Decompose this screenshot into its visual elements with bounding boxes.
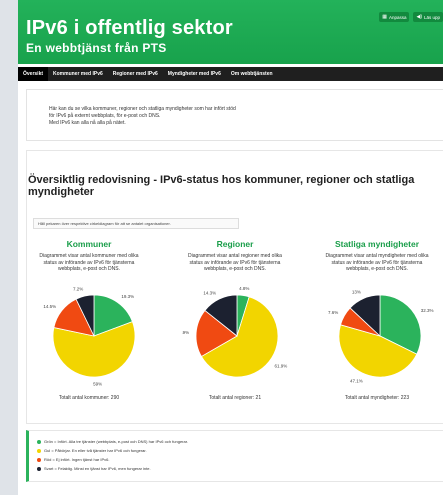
- site-header: IPv6 i offentlig sektor En webbtjänst fr…: [18, 0, 443, 64]
- column-regioner: Regioner Diagrammet visar antal regioner…: [175, 239, 295, 273]
- column-kommuner: Kommuner Diagrammet visar antal kommuner…: [29, 239, 149, 273]
- legend-text: Gul = Påbörjar. En eller två tjänster ha…: [44, 448, 147, 453]
- column-myndigheter: Statliga myndigheter Diagrammet visar an…: [317, 239, 437, 273]
- pie-slice-label: 19%: [182, 330, 189, 335]
- legend-item: Grön = Infört. Alla tre tjänster (webbpl…: [37, 439, 188, 444]
- grid-icon: ▦: [382, 14, 387, 20]
- read-aloud-label: Läs upp: [423, 14, 440, 20]
- nav-item-kommuner[interactable]: Kommuner med IPv6: [48, 67, 108, 81]
- main-nav: Översikt Kommuner med IPv6 Regioner med …: [18, 67, 443, 81]
- pie-slice-label: 7.6%: [328, 310, 338, 315]
- customize-label: Anpassa: [388, 14, 407, 20]
- pie-chart-kommuner[interactable]: 19.3% 59% 14.5% 7.2%: [39, 281, 149, 391]
- legend-item: Gul = Påbörjar. En eller två tjänster ha…: [37, 448, 147, 453]
- pie-slice-label: 14.5%: [43, 304, 56, 309]
- legend-dot: [37, 448, 41, 453]
- legend-text: Grön = Infört. Alla tre tjänster (webbpl…: [44, 439, 188, 444]
- chart-description: Diagrammet visar antal myndigheter med o…: [325, 253, 429, 272]
- pie-slice-label: 19.3%: [121, 294, 134, 299]
- pie-slice-label: 13%: [352, 289, 361, 294]
- legend-text: Svart = Felaktig. Minst en tjänst har IP…: [44, 466, 151, 471]
- legend-text: Röd = Ej infört. Ingen tjänst har IPv6.: [44, 457, 110, 462]
- nav-item-om[interactable]: Om webbtjänsten: [226, 67, 278, 81]
- pie-slice-label: 14.3%: [203, 290, 216, 295]
- pie-slice-label: 61.9%: [274, 364, 287, 369]
- legend-item: Svart = Felaktig. Minst en tjänst har IP…: [37, 466, 151, 471]
- total-kommuner: Totalt antal kommuner: 290: [58, 395, 120, 401]
- color-legend: Grön = Infört. Alla tre tjänster (webbpl…: [26, 430, 443, 482]
- pie-slice-label: 4.8%: [239, 286, 249, 291]
- chart-description: Diagrammet visar antal kommuner med olik…: [39, 253, 139, 272]
- pie-chart-regioner[interactable]: 4.8% 61.9% 19% 14.3%: [182, 281, 292, 391]
- pie-slice-label: 59%: [93, 381, 102, 386]
- intro-box: Här kan du se vilka kommuner, regioner o…: [26, 89, 443, 141]
- intro-line: för IPv6 på externt webbplats, för e-pos…: [49, 113, 161, 119]
- page: IPv6 i offentlig sektor En webbtjänst fr…: [18, 0, 443, 495]
- speaker-icon: ◀): [416, 14, 422, 20]
- chart-description: Diagrammet visar antal regioner med olik…: [188, 253, 282, 272]
- nav-item-myndigheter[interactable]: Myndigheter med IPv6: [163, 67, 226, 81]
- pie-chart-myndigheter[interactable]: 32.3% 47.1% 7.6% 13%: [325, 281, 435, 391]
- site-title: IPv6 i offentlig sektor: [26, 17, 233, 39]
- intro-line: Med IPv6 kan alla nå alla på nätet.: [49, 120, 126, 126]
- legend-item: Röd = Ej infört. Ingen tjänst har IPv6.: [37, 457, 109, 462]
- legend-dot: [37, 466, 41, 471]
- read-aloud-button[interactable]: ◀) Läs upp: [413, 12, 443, 22]
- chart-title: Regioner: [216, 239, 254, 249]
- site-subtitle: En webbtjänst från PTS: [26, 41, 167, 55]
- total-regioner: Totalt antal regioner: 21: [208, 395, 262, 401]
- overview-section: Översiktlig redovisning - IPv6-status ho…: [26, 150, 443, 424]
- pie-slice-label: 7.2%: [73, 287, 83, 292]
- pie-slice-label: 47.1%: [350, 378, 363, 383]
- header-buttons: ▦ Anpassa ◀) Läs upp: [379, 12, 443, 22]
- hover-hint: Håll pekaren över respektive cirkeldiagr…: [33, 218, 239, 229]
- legend-dot: [37, 439, 41, 444]
- chart-title: Statliga myndigheter: [334, 239, 420, 249]
- nav-item-regioner[interactable]: Regioner med IPv6: [108, 67, 163, 81]
- pie-slice-label: 32.3%: [421, 308, 434, 313]
- page-margin: [0, 0, 18, 495]
- customize-button[interactable]: ▦ Anpassa: [379, 12, 410, 22]
- nav-item-oversikt[interactable]: Översikt: [18, 67, 49, 81]
- intro-line: Här kan du se vilka kommuner, regioner o…: [49, 106, 236, 112]
- chart-title: Kommuner: [66, 239, 112, 249]
- legend-dot: [37, 457, 41, 462]
- total-myndigheter: Totalt antal myndigheter: 223: [344, 395, 410, 401]
- overview-title: Översiktlig redovisning - IPv6-status ho…: [28, 174, 415, 198]
